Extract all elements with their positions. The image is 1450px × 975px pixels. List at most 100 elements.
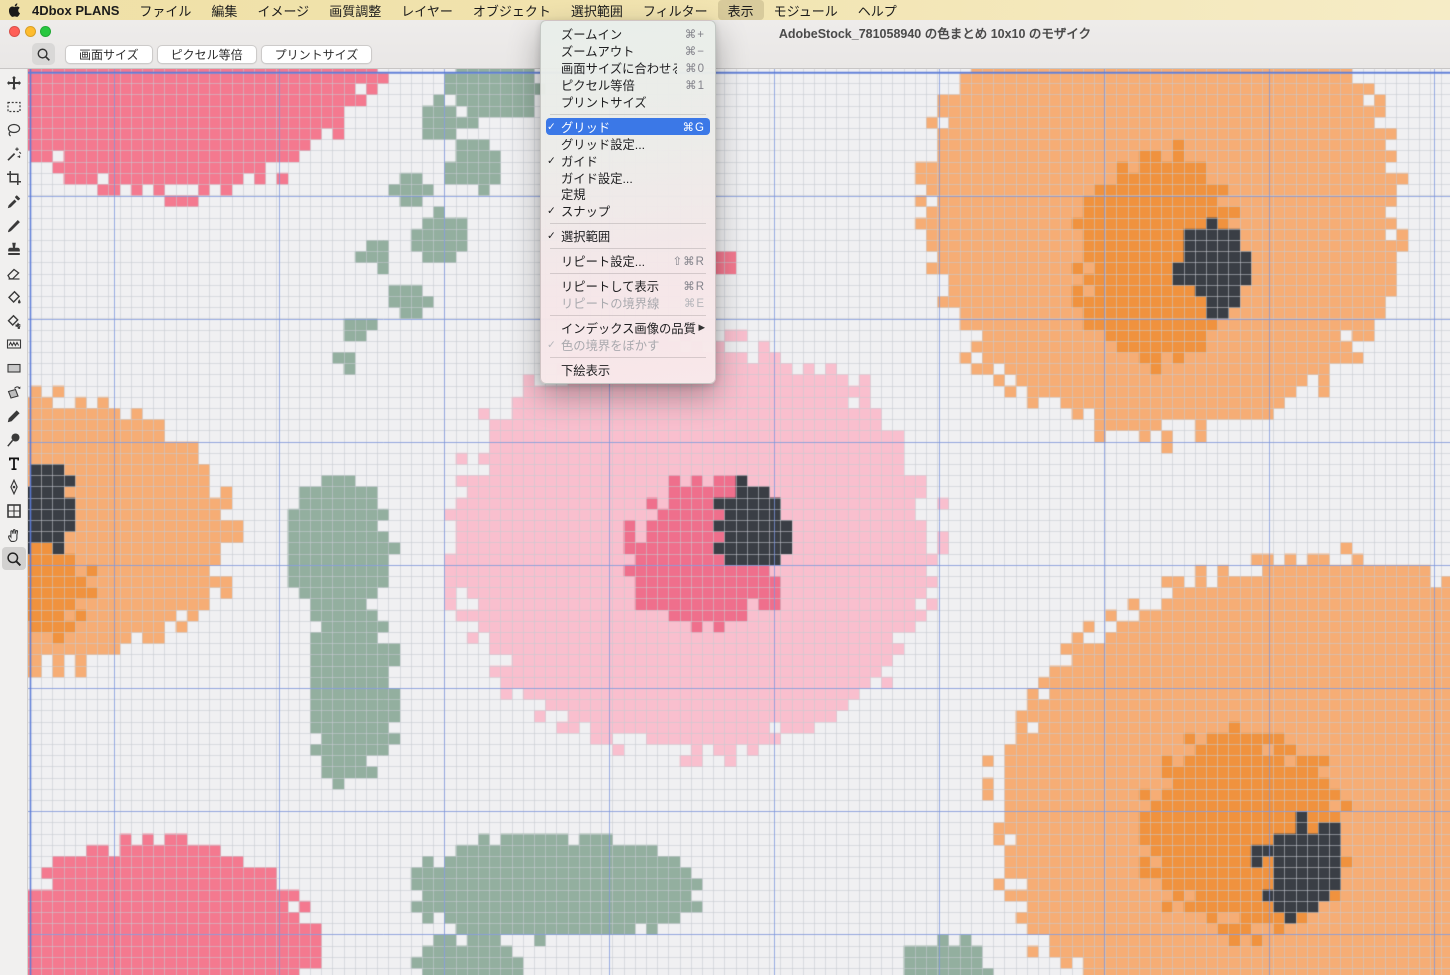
toolbar-button-ピクセル等倍[interactable]: ピクセル等倍 xyxy=(157,45,257,64)
menu-item-label: ガイド設定... xyxy=(561,169,633,187)
minimize-button[interactable] xyxy=(25,26,36,37)
menubar-item-レイヤー[interactable]: レイヤー xyxy=(391,0,463,20)
menu-item-スナップ[interactable]: ✓スナップ xyxy=(546,203,710,220)
close-button[interactable] xyxy=(9,26,20,37)
menu-item-リピート設定[interactable]: リピート設定...⇧⌘R xyxy=(546,253,710,270)
menu-item-インデックス画像の品質[interactable]: インデックス画像の品質▶ xyxy=(546,319,710,336)
tool-pen[interactable] xyxy=(2,476,26,499)
tool-stamp[interactable] xyxy=(2,238,26,261)
menu-item-label: 色の境界をぼかす xyxy=(561,336,659,354)
view-menu-dropdown: ズームイン⌘+ズームアウト ⌘− 画面サイズに合わせる⌘0ピクセル等倍⌘1プリントサ… xyxy=(540,20,716,384)
menubar-item-表示[interactable]: 表示 xyxy=(718,0,764,20)
menu-item-ガイド設定[interactable]: ガイド設定... xyxy=(546,169,710,186)
crop-icon xyxy=(6,170,22,186)
menu-item-ピクセル等倍[interactable]: ピクセル等倍⌘1 xyxy=(546,77,710,94)
tool-transform[interactable] xyxy=(2,381,26,404)
menu-item-ズームイン[interactable]: ズームイン⌘+ xyxy=(546,26,710,43)
tool-mosaic-grid[interactable] xyxy=(2,499,26,522)
menubar-item-ヘルプ[interactable]: ヘルプ xyxy=(848,0,907,20)
tool-fill-bucket[interactable] xyxy=(2,285,26,308)
tool-zoom[interactable] xyxy=(2,547,26,570)
menu-item-選択範囲[interactable]: ✓選択範囲 xyxy=(546,228,710,245)
lasso-icon xyxy=(6,122,22,138)
tool-sweep[interactable] xyxy=(2,404,26,427)
menu-item-label: プリントサイズ xyxy=(561,93,647,111)
menubar-item-画質調整[interactable]: 画質調整 xyxy=(319,0,391,20)
screen: 4Dbox PLANS ファイル編集イメージ画質調整レイヤーオブジェクト選択範囲… xyxy=(0,0,1450,975)
menu-separator xyxy=(550,315,706,316)
submenu-arrow-icon: ▶ xyxy=(698,322,705,333)
menu-item-ズームアウト[interactable]: ズームアウト ⌘− xyxy=(546,43,710,60)
menu-item-色の境界をぼかす: ✓色の境界をぼかす xyxy=(546,336,710,353)
menu-item-リピートして表示[interactable]: リピートして表示⌘R xyxy=(546,278,710,295)
apple-menu[interactable] xyxy=(0,3,30,17)
tool-crop[interactable] xyxy=(2,167,26,190)
tool-brush[interactable] xyxy=(2,214,26,237)
rectangle-icon xyxy=(6,360,22,376)
menu-item-label: ズームアウト xyxy=(561,42,634,60)
tool-wave[interactable] xyxy=(2,333,26,356)
tool-sampler-pin[interactable] xyxy=(2,428,26,451)
checkmark-icon: ✓ xyxy=(547,121,561,133)
tool-magic-wand[interactable] xyxy=(2,143,26,166)
tool-hand[interactable] xyxy=(2,523,26,546)
menubar: 4Dbox PLANS ファイル編集イメージ画質調整レイヤーオブジェクト選択範囲… xyxy=(0,0,1450,20)
menu-item-プリントサイズ[interactable]: プリントサイズ xyxy=(546,94,710,111)
tool-palette xyxy=(0,68,28,975)
menu-item-label: 下絵表示 xyxy=(561,361,610,379)
menubar-item-オブジェクト[interactable]: オブジェクト xyxy=(463,0,561,20)
sweep-icon xyxy=(6,408,22,424)
menu-item-shortcut: ⌘1 xyxy=(677,78,705,92)
tool-text[interactable] xyxy=(2,452,26,475)
content-area xyxy=(0,68,1450,975)
menubar-item-フィルター[interactable]: フィルター xyxy=(633,0,718,20)
tool-lasso[interactable] xyxy=(2,119,26,142)
menu-item-定規[interactable]: 定規 xyxy=(546,186,710,203)
eyedropper-icon xyxy=(6,194,22,210)
marquee-icon xyxy=(6,99,22,115)
menu-item-label: グリッド設定... xyxy=(561,135,645,153)
tool-pattern-bucket[interactable] xyxy=(2,309,26,332)
tool-move[interactable] xyxy=(2,71,26,94)
menubar-item-モジュール[interactable]: モジュール xyxy=(764,0,848,20)
zoom-icon xyxy=(6,551,22,567)
move-icon xyxy=(6,75,22,91)
menu-separator xyxy=(550,114,706,115)
menubar-item-編集[interactable]: 編集 xyxy=(201,0,247,20)
menubar-item-イメージ[interactable]: イメージ xyxy=(247,0,319,20)
zoom-toggle-button[interactable] xyxy=(32,43,55,65)
tool-eyedropper[interactable] xyxy=(2,190,26,213)
menu-item-ガイド[interactable]: ✓ガイド xyxy=(546,152,710,169)
wave-icon xyxy=(6,336,22,352)
menu-separator xyxy=(550,248,706,249)
toolbar-button-プリントサイズ[interactable]: プリントサイズ xyxy=(261,45,373,64)
app-menu[interactable]: 4Dbox PLANS xyxy=(30,0,129,20)
toolbar-button-画面サイズ[interactable]: 画面サイズ xyxy=(65,45,153,64)
menu-item-shortcut: ⌘R xyxy=(675,279,705,293)
menu-item-グリッド[interactable]: ✓グリッド⌘G xyxy=(546,118,710,135)
menu-item-リピートの境界線: リピートの境界線⌘E xyxy=(546,294,710,311)
menubar-item-選択範囲[interactable]: 選択範囲 xyxy=(561,0,633,20)
tool-rectangle[interactable] xyxy=(2,357,26,380)
checkmark-icon: ✓ xyxy=(547,339,561,351)
menu-item-グリッド設定[interactable]: グリッド設定... xyxy=(546,135,710,152)
menu-item-shortcut: ⌘E xyxy=(676,296,705,310)
transform-icon xyxy=(6,384,22,400)
menu-item-label: グリッド xyxy=(561,118,610,136)
menu-item-label: 画面サイズに合わせる xyxy=(561,59,677,77)
menubar-item-ファイル[interactable]: ファイル xyxy=(129,0,201,20)
menu-item-画面サイズに合わせる[interactable]: 画面サイズに合わせる⌘0 xyxy=(546,60,710,77)
traffic-lights xyxy=(9,26,51,37)
pen-icon xyxy=(6,479,22,495)
zoom-window-button[interactable] xyxy=(40,26,51,37)
menu-item-label: スナップ xyxy=(561,202,610,220)
menu-item-label: インデックス画像の品質 xyxy=(561,319,696,337)
window-chrome: AdobeStock_781058940 の色まとめ 10x10 のモザイク 画… xyxy=(0,20,1450,69)
text-icon xyxy=(6,455,22,471)
menu-item-下絵表示[interactable]: 下絵表示 xyxy=(546,361,710,378)
pixel-art-canvas[interactable] xyxy=(28,68,1450,975)
tool-marquee[interactable] xyxy=(2,95,26,118)
tool-eraser[interactable] xyxy=(2,262,26,285)
view-size-buttons: 画面サイズピクセル等倍プリントサイズ xyxy=(65,45,372,64)
menu-item-shortcut: ⌘− xyxy=(677,44,705,58)
